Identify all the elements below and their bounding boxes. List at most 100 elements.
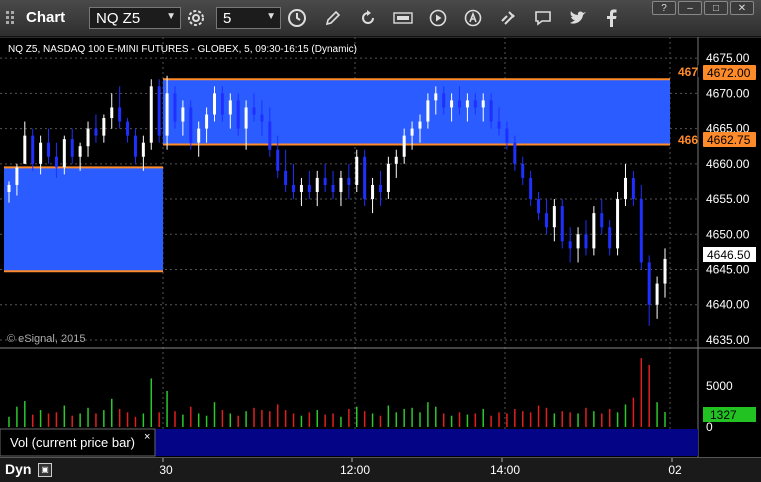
candle-body [560, 206, 564, 242]
interval-value: 5 [223, 10, 232, 27]
candle-body [434, 93, 438, 101]
candle-body [537, 199, 541, 214]
candle-body [149, 86, 153, 143]
candle-body [7, 184, 11, 192]
candle-body [284, 170, 288, 185]
help-button[interactable]: ? [652, 1, 676, 15]
candle-body [458, 100, 462, 108]
time-axis: 30 12:00 14:00 02 [159, 458, 682, 477]
facebook-button[interactable] [598, 7, 624, 29]
time-label: 14:00 [490, 463, 520, 477]
price-tick-label: 4660.00 [706, 157, 750, 171]
candle-body [31, 135, 35, 164]
time-label: 30 [159, 463, 173, 477]
time-axis-bar: Dyn ▣ 30 12:00 14:00 02 [0, 457, 761, 482]
candle-body [23, 135, 27, 164]
minimize-button[interactable]: – [678, 1, 702, 15]
candle-body [252, 107, 256, 115]
play-icon [429, 9, 447, 27]
chart-area[interactable]: NQ Z5, NASDAQ 100 E-MINI FUTURES - GLOBE… [0, 37, 761, 457]
lower-level-cut-label: 466 [678, 133, 698, 147]
candle-body [181, 107, 185, 122]
candle-body [292, 184, 296, 192]
candle-body [647, 262, 651, 305]
candle-body [47, 142, 51, 157]
candle-body [568, 241, 572, 249]
candle-body [394, 156, 398, 164]
candle-body [465, 100, 469, 108]
upper-level-cut-label: 467 [678, 65, 698, 79]
candle-body [623, 177, 627, 200]
lower-level-label: 4662.75 [707, 133, 751, 147]
candle-body [600, 213, 604, 228]
candle-body [276, 149, 280, 171]
play-button[interactable] [425, 7, 451, 29]
volume-panel-label: Vol (current price bar) [10, 435, 135, 450]
candle-body [450, 100, 454, 108]
candle-body [402, 135, 406, 157]
candle-body [505, 128, 509, 143]
candle-body [513, 142, 517, 164]
candle-body [212, 93, 216, 115]
twitter-icon [570, 11, 586, 24]
clock-button[interactable] [284, 7, 310, 29]
twitter-button[interactable] [565, 7, 591, 29]
price-tick-label: 4670.00 [706, 86, 750, 100]
current-volume-label: 1327 [710, 408, 737, 422]
candle-body [141, 142, 145, 157]
candle-body [228, 100, 232, 115]
alert-icon [464, 9, 482, 27]
grip-icon[interactable] [5, 10, 19, 26]
candle-body [378, 184, 382, 192]
candle-body [323, 177, 327, 185]
candle-body [544, 213, 548, 228]
candle-body [386, 163, 390, 192]
candle-body [260, 114, 264, 122]
settings-icon [188, 10, 204, 26]
candle-body [110, 107, 114, 119]
candle-body [639, 199, 643, 263]
candle-body [584, 234, 588, 249]
close-button[interactable]: ✕ [730, 1, 754, 15]
candle-body [363, 156, 367, 200]
get-button[interactable] [390, 7, 416, 29]
interval-select[interactable]: 5 ▼ [216, 7, 281, 29]
candle-body [339, 177, 343, 192]
candle-body [299, 184, 303, 192]
time-label: 02 [668, 463, 682, 477]
candle-body [118, 107, 122, 122]
volume-panel-close[interactable]: × [144, 431, 150, 443]
candle-body [655, 283, 659, 305]
draw-button[interactable] [320, 7, 346, 29]
maximize-button[interactable]: □ [704, 1, 728, 15]
candle-body [371, 184, 375, 200]
volume-tick-5000: 5000 [706, 379, 733, 393]
chat-button[interactable] [530, 7, 556, 29]
candle-body [473, 100, 477, 108]
level-zone [4, 167, 163, 272]
alert-button[interactable] [460, 7, 486, 29]
watermark: © eSignal, 2015 [7, 333, 85, 345]
candle-body [331, 184, 335, 192]
clock-icon [288, 9, 306, 27]
candle-body [197, 128, 201, 143]
candle-body [410, 128, 414, 136]
candle-body [189, 107, 193, 143]
candle-body [86, 128, 90, 147]
symbol-select[interactable]: NQ Z5 ▼ [89, 7, 181, 29]
candle-body [236, 100, 240, 129]
refresh-button[interactable] [355, 7, 381, 29]
candle-body [616, 199, 620, 249]
draw-pencil-icon [325, 10, 341, 26]
link-icon [501, 11, 515, 25]
candle-body [54, 156, 58, 168]
candle-body [663, 258, 667, 284]
link-button[interactable] [495, 7, 521, 29]
settings-button[interactable] [183, 7, 209, 29]
price-tick-label: 4635.00 [706, 333, 750, 347]
price-tick-label: 4675.00 [706, 51, 750, 65]
candle-body [307, 184, 311, 192]
candle-body [39, 142, 43, 164]
candle-body [418, 121, 422, 129]
candle-body [94, 128, 98, 136]
